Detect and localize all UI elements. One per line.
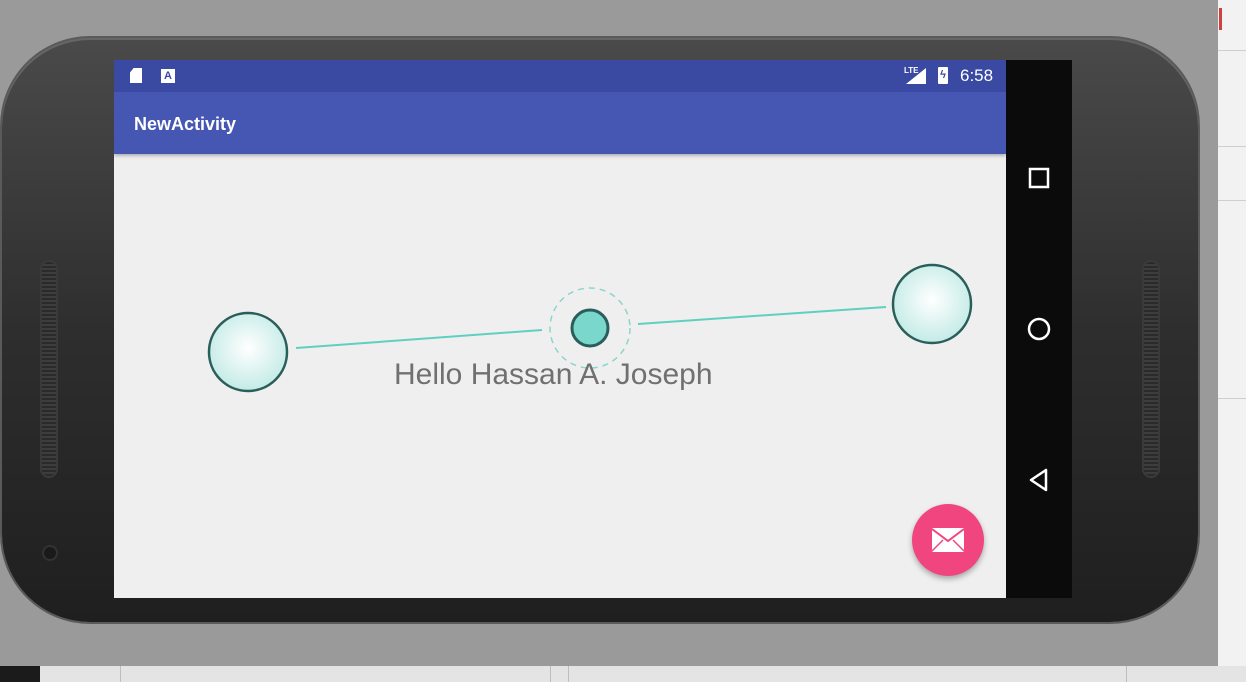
background-taskbar <box>0 666 1246 682</box>
background-divider <box>1218 398 1246 399</box>
right-speaker-grille <box>1144 262 1158 476</box>
sd-card-icon <box>130 68 142 83</box>
status-time: 6:58 <box>960 66 994 85</box>
battery-charging-icon: ϟ <box>938 67 948 84</box>
connector-line-right <box>637 306 887 325</box>
network-type: LTE <box>904 66 919 75</box>
email-fab-button[interactable] <box>912 504 984 576</box>
back-icon[interactable] <box>1023 464 1055 496</box>
connector-line-left <box>295 329 543 349</box>
left-speaker-grille <box>42 262 56 476</box>
greeting-text: Hello Hassan A. Joseph <box>394 358 713 391</box>
left-node[interactable] <box>207 311 289 393</box>
right-node[interactable] <box>891 263 973 345</box>
center-node[interactable] <box>570 308 610 348</box>
font-a-icon: A <box>161 69 175 83</box>
front-camera <box>44 547 56 559</box>
background-tick <box>550 666 551 682</box>
background-divider <box>1218 50 1246 51</box>
navigation-bar <box>1006 60 1072 598</box>
app-title: NewActivity <box>134 114 237 134</box>
status-bar: A LTE ϟ 6:58 <box>114 60 1006 92</box>
background-divider <box>1218 200 1246 201</box>
background-window-edge <box>1218 0 1246 682</box>
recents-icon[interactable] <box>1023 162 1055 194</box>
background-red-marker <box>1219 8 1222 30</box>
home-icon[interactable] <box>1023 313 1055 345</box>
device-screen: A LTE ϟ 6:58 NewActivity Hello Hassan A.… <box>114 60 1006 598</box>
background-divider <box>1218 146 1246 147</box>
background-tick <box>1126 666 1127 682</box>
email-icon <box>931 528 965 552</box>
background-tick <box>120 666 121 682</box>
app-toolbar: NewActivity <box>114 92 1006 154</box>
background-tick <box>568 666 569 682</box>
background-dark-corner <box>0 666 40 682</box>
